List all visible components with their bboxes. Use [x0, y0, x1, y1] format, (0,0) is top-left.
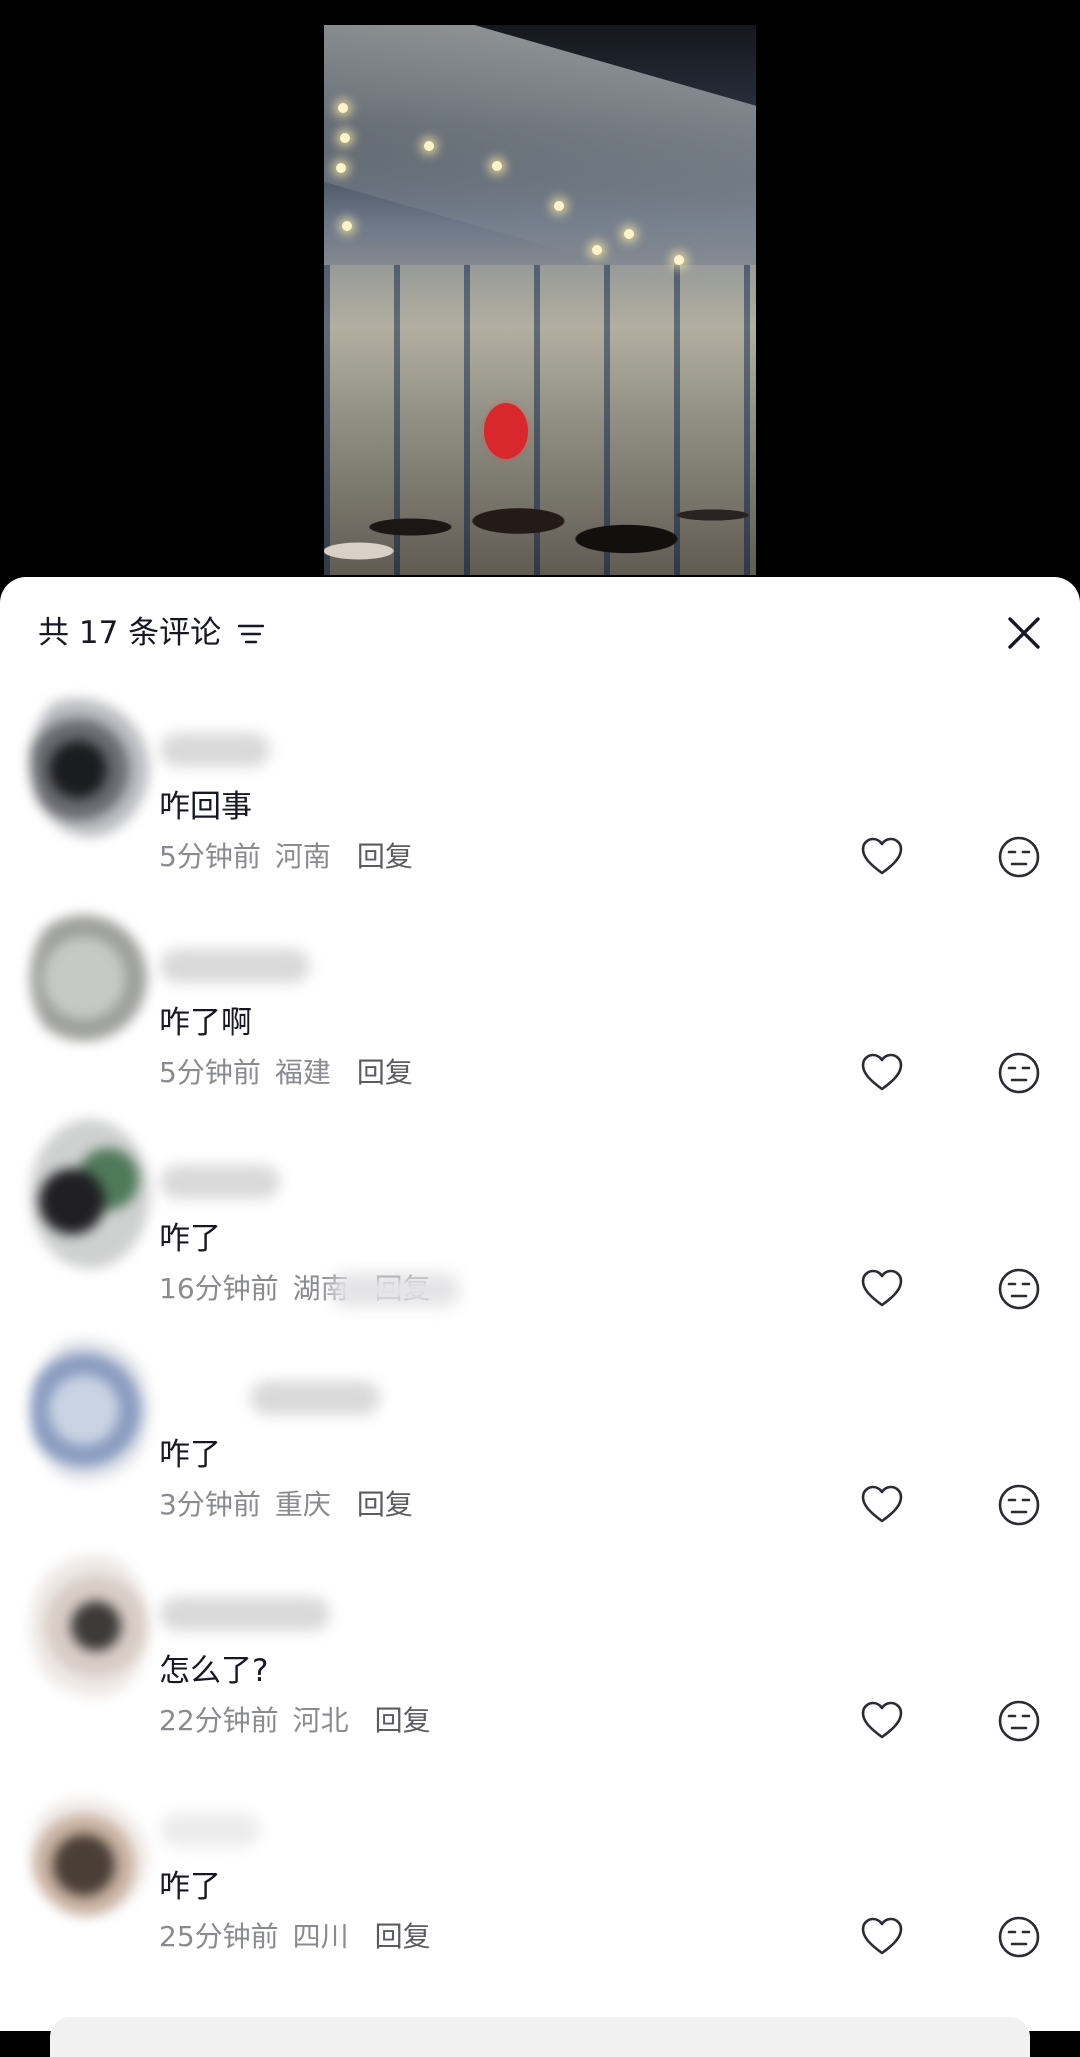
heart-outline-icon[interactable] — [860, 1483, 904, 1527]
heart-outline-icon[interactable] — [860, 1051, 904, 1095]
comment-item[interactable]: 咋了啊 5分钟前 福建 回复 — [0, 903, 1080, 1119]
comment-time: 5分钟前 — [159, 840, 261, 873]
comment-meta: 25分钟前 四川 回复 — [159, 1919, 445, 1955]
comment-meta: 5分钟前 河南 回复 — [159, 839, 427, 875]
username-blurred[interactable] — [160, 1597, 330, 1631]
comment-item[interactable]: 咋了 3分钟前 重庆 回复 — [0, 1335, 1080, 1551]
comment-meta: 5分钟前 福建 回复 — [159, 1055, 427, 1091]
reply-button[interactable]: 回复 — [375, 1704, 431, 1737]
comment-item[interactable]: 怎么了? 22分钟前 河北 回复 — [0, 1551, 1080, 1767]
ceiling-light — [424, 141, 434, 151]
reply-button[interactable]: 回复 — [375, 1920, 431, 1953]
comment-text: 咋了啊 — [159, 1005, 252, 1041]
comment-text: 咋回事 — [159, 789, 252, 825]
username-blurred[interactable] — [160, 949, 310, 983]
heart-outline-icon[interactable] — [860, 835, 904, 879]
ceiling-light — [624, 229, 634, 239]
comment-time: 16分钟前 — [159, 1272, 279, 1305]
ceiling-light — [338, 103, 348, 113]
heart-outline-icon[interactable] — [860, 1699, 904, 1743]
reply-button[interactable]: 回复 — [357, 1056, 413, 1089]
blurred-region — [330, 1273, 460, 1307]
comment-meta: 22分钟前 河北 回复 — [159, 1703, 445, 1739]
close-icon[interactable] — [1004, 613, 1044, 653]
comment-text: 怎么了? — [159, 1653, 269, 1689]
comment-meta: 3分钟前 重庆 回复 — [159, 1487, 427, 1523]
avatar[interactable] — [30, 687, 150, 837]
meh-face-icon[interactable] — [997, 1915, 1041, 1959]
meh-face-icon[interactable] — [997, 835, 1041, 879]
comment-time: 3分钟前 — [159, 1488, 261, 1521]
heart-outline-icon[interactable] — [860, 1915, 904, 1959]
video-player[interactable] — [0, 0, 1080, 600]
comment-location: 福建 — [274, 1056, 331, 1089]
comment-location: 重庆 — [274, 1488, 331, 1521]
ceiling-light — [336, 163, 346, 173]
comment-item[interactable]: 咋回事 5分钟前 河南 回复 — [0, 687, 1080, 903]
sort-lines-icon[interactable] — [238, 623, 264, 645]
meh-face-icon[interactable] — [997, 1267, 1041, 1311]
video-frame[interactable] — [324, 25, 756, 575]
meh-face-icon[interactable] — [997, 1699, 1041, 1743]
meh-face-icon[interactable] — [997, 1483, 1041, 1527]
username-blurred[interactable] — [250, 1381, 380, 1415]
comment-location: 河南 — [274, 840, 331, 873]
meh-face-icon[interactable] — [997, 1051, 1041, 1095]
ceiling-light — [492, 161, 502, 171]
comment-time: 5分钟前 — [159, 1056, 261, 1089]
comment-text: 咋了 — [159, 1437, 221, 1473]
comment-item[interactable]: 咋了 16分钟前湖南回复 — [0, 1119, 1080, 1335]
username-blurred[interactable] — [160, 733, 270, 767]
comment-time: 22分钟前 — [159, 1704, 279, 1737]
comment-text: 咋了 — [159, 1221, 221, 1257]
reply-button[interactable]: 回复 — [357, 840, 413, 873]
reply-button[interactable]: 回复 — [357, 1488, 413, 1521]
heart-outline-icon[interactable] — [860, 1267, 904, 1311]
ceiling-light — [340, 133, 350, 143]
comment-input-bar[interactable] — [50, 2017, 1030, 2057]
ceiling-light — [592, 245, 602, 255]
avatar[interactable] — [30, 1551, 150, 1701]
avatar[interactable] — [30, 903, 150, 1053]
comment-text: 咋了 — [159, 1869, 221, 1905]
ceiling-light — [554, 201, 564, 211]
comment-location: 四川 — [292, 1920, 349, 1953]
ceiling-light — [342, 221, 352, 231]
comment-sheet: 共 17 条评论 咋回事 5分钟前 河南 回复 咋了啊 5分钟前 福建 回复 咋… — [0, 577, 1080, 2057]
crowd — [324, 455, 756, 575]
avatar[interactable] — [30, 1787, 150, 1917]
username-blurred[interactable] — [160, 1813, 260, 1847]
avatar[interactable] — [30, 1335, 150, 1485]
username-blurred[interactable] — [160, 1165, 280, 1199]
ceiling-light — [674, 255, 684, 265]
comment-sheet-header: 共 17 条评论 — [0, 577, 1080, 687]
comment-time: 25分钟前 — [159, 1920, 279, 1953]
comment-count-label: 共 17 条评论 — [38, 615, 222, 651]
comment-location: 河北 — [292, 1704, 349, 1737]
comment-item[interactable]: 咋了 25分钟前 四川 回复 — [0, 1767, 1080, 1983]
red-logo-sign — [484, 403, 528, 459]
avatar[interactable] — [30, 1119, 150, 1269]
